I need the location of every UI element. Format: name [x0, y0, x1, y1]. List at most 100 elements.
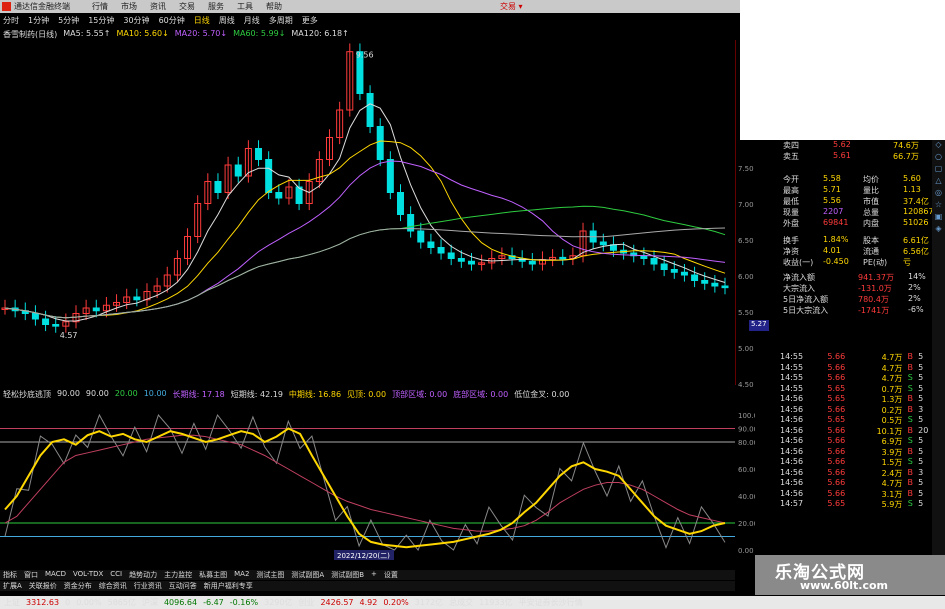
- low-price-label: 4.57: [60, 331, 78, 340]
- indicator-tab[interactable]: 指标: [3, 570, 17, 580]
- tool-icon[interactable]: ▢: [932, 164, 945, 176]
- tab-7[interactable]: 周线: [219, 15, 235, 26]
- indicator-chart[interactable]: 100.0 90.00 80.00 60.00 40.00 20.00 0.00 2022/1…: [0, 400, 755, 560]
- tick-side: S: [907, 373, 913, 382]
- tick-volume: 0.2万: [881, 405, 903, 415]
- ticker-item: 0.00%: [76, 598, 102, 607]
- indicator-tab[interactable]: CCI: [110, 570, 122, 580]
- tool-icon[interactable]: △: [932, 176, 945, 188]
- tick-time: 14:56: [780, 394, 804, 403]
- extension-tab[interactable]: 综合资讯: [99, 581, 127, 591]
- tick-time: 14:56: [780, 467, 804, 477]
- tab-3[interactable]: 15分钟: [88, 15, 114, 26]
- indicator-tab[interactable]: VOL-TDX: [73, 570, 103, 580]
- indicator-tab[interactable]: 私募主图: [199, 570, 227, 580]
- tab-2[interactable]: 5分钟: [58, 15, 79, 26]
- tool-icon[interactable]: ▣: [932, 212, 945, 224]
- indicator-tab[interactable]: 趋势动力: [129, 570, 157, 580]
- menu-item[interactable]: 工具: [237, 1, 253, 12]
- stat-label: 外盘: [783, 219, 799, 228]
- tool-icon[interactable]: ◇: [932, 140, 945, 152]
- indicator-tab[interactable]: MA2: [234, 570, 249, 580]
- candle: [589, 222, 597, 249]
- candle: [184, 228, 192, 266]
- tool-icon[interactable]: ☆: [932, 200, 945, 212]
- tab-10[interactable]: 更多: [302, 15, 318, 26]
- extension-tab[interactable]: 资金分布: [64, 581, 92, 591]
- menu-item[interactable]: 交易: [179, 1, 195, 12]
- tab-9[interactable]: 多周期: [269, 15, 293, 26]
- tab-0[interactable]: 分时: [3, 15, 19, 26]
- stat-value: 亏: [903, 258, 911, 267]
- candle: [488, 250, 496, 270]
- extension-tab[interactable]: 行业资讯: [134, 581, 162, 591]
- period-tabs: 分时 1分钟 5分钟 15分钟 30分钟 60分钟 日线 周线 月线 多周期 更多: [0, 14, 535, 27]
- tick-row: 14:56 5.66 10.1万 B 20: [780, 426, 930, 437]
- tick-count: 5: [918, 373, 924, 382]
- kline-chart[interactable]: 9.56 4.57: [0, 40, 735, 385]
- tick-volume: 4.7万: [881, 374, 903, 383]
- tab-6[interactable]: 日线: [194, 15, 210, 26]
- ma5-line: [4, 103, 726, 322]
- extension-tab[interactable]: 扩展A: [3, 581, 22, 591]
- tick-count: 5: [918, 446, 924, 456]
- tick-price: 5.66: [827, 446, 846, 456]
- flow-pct: -6%: [908, 305, 924, 314]
- indicator-tab[interactable]: +: [371, 570, 377, 580]
- candle: [640, 247, 648, 266]
- tick-row: 14:56 5.66 6.9万 S 5: [780, 436, 930, 447]
- tick-price: 5.66: [827, 436, 846, 445]
- ma20-line: [4, 160, 726, 319]
- tick-side: B: [907, 488, 914, 498]
- extension-tab[interactable]: 新用户福利专享: [204, 581, 253, 591]
- trade-button[interactable]: 交易 ▾: [500, 1, 523, 12]
- menu-item[interactable]: 市场: [121, 1, 137, 12]
- tool-icon[interactable]: ◈: [932, 224, 945, 236]
- candle: [346, 43, 354, 117]
- tab-8[interactable]: 月线: [244, 15, 260, 26]
- ticker-item: 创业: [298, 598, 315, 607]
- extension-tab[interactable]: 互动问答: [169, 581, 197, 591]
- long-line: [4, 434, 726, 532]
- menu-item[interactable]: 资讯: [150, 1, 166, 12]
- indicator-tab[interactable]: 窗口: [24, 570, 38, 580]
- menu-item[interactable]: 帮助: [266, 1, 282, 12]
- tick-list: 14:55 5.66 4.7万 B 5 14:55 5.66 4.7万 B 5 14:55 5.66 4…: [780, 352, 930, 510]
- tick-time: 14:56: [780, 457, 804, 466]
- indicator-tab[interactable]: 主力监控: [164, 570, 192, 580]
- watermark: 乐淘公式网 www.60lt.com: [755, 555, 945, 595]
- tool-icon[interactable]: ○: [932, 152, 945, 164]
- indicator-tab[interactable]: 测试副图A: [291, 570, 324, 580]
- candle: [326, 129, 334, 167]
- ticker-item: -0.16%: [229, 598, 259, 607]
- indicator-tab[interactable]: MACD: [45, 570, 66, 580]
- candle: [569, 247, 577, 266]
- tab-4[interactable]: 30分钟: [123, 15, 149, 26]
- tick-price: 5.66: [827, 488, 846, 498]
- candle: [285, 178, 293, 205]
- extension-tab[interactable]: 关联报价: [29, 581, 57, 591]
- tool-icon[interactable]: ◎: [932, 188, 945, 200]
- tick-price: 5.66: [827, 425, 846, 435]
- indicator-tab[interactable]: 测试主图: [256, 570, 284, 580]
- tick-volume: 5.9万: [881, 500, 903, 509]
- ticker-item: 2426.57: [320, 598, 354, 607]
- flow-value: 941.37万: [858, 273, 894, 282]
- tick-count: 3: [918, 404, 924, 414]
- tick-price: 5.66: [827, 373, 846, 382]
- tab-1[interactable]: 1分钟: [28, 15, 49, 26]
- tick-price: 5.65: [827, 383, 846, 393]
- menu-item[interactable]: 行情: [92, 1, 108, 12]
- indicator-tab[interactable]: 测试副图B: [331, 570, 364, 580]
- window-title: 通达信金融终端: [14, 2, 70, 11]
- date-label: 2022/12/20(二): [337, 552, 390, 560]
- blank-area: [740, 0, 945, 140]
- candle: [386, 151, 394, 200]
- tick-time: 14:56: [780, 488, 804, 498]
- indicator-tab[interactable]: 设置: [384, 570, 398, 580]
- tick-side: B: [907, 446, 914, 456]
- menu-item[interactable]: 服务: [208, 1, 224, 12]
- tick-row: 14:56 5.66 1.5万 S 5: [780, 457, 930, 468]
- tab-5[interactable]: 60分钟: [159, 15, 185, 26]
- tick-side: S: [907, 415, 913, 424]
